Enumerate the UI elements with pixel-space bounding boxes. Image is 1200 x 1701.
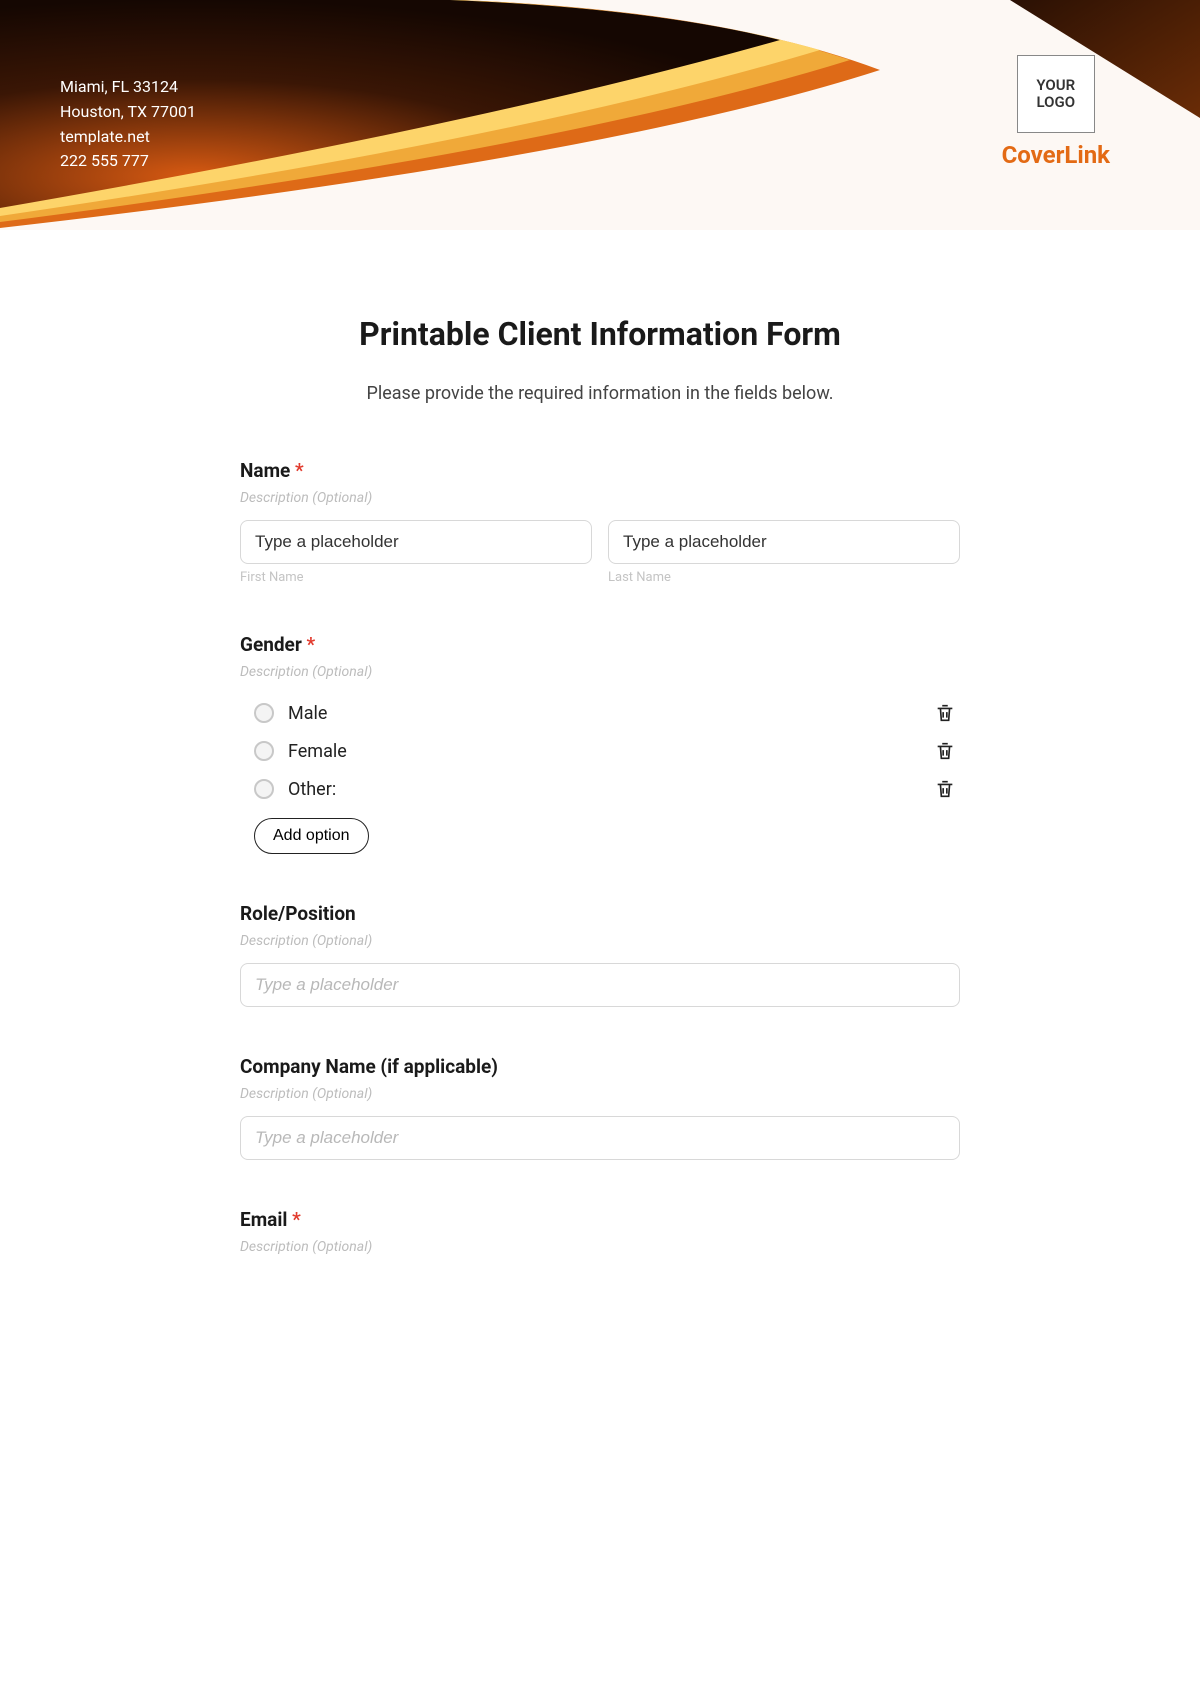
form-title: Printable Client Information Form bbox=[240, 315, 960, 353]
gender-option-row: Male bbox=[240, 694, 960, 732]
addr-line: 222 555 777 bbox=[60, 149, 196, 174]
email-label: Email * bbox=[240, 1208, 960, 1231]
radio-icon[interactable] bbox=[254, 741, 274, 761]
email-desc[interactable]: Description (Optional) bbox=[240, 1239, 960, 1255]
role-desc[interactable]: Description (Optional) bbox=[240, 933, 960, 949]
field-name: Name * Description (Optional) First Name… bbox=[240, 459, 960, 585]
role-label: Role/Position bbox=[240, 902, 960, 925]
company-label: Company Name (if applicable) bbox=[240, 1055, 960, 1078]
label-text: Name bbox=[240, 459, 290, 482]
form-subtitle: Please provide the required information … bbox=[240, 383, 960, 404]
company-desc[interactable]: Description (Optional) bbox=[240, 1086, 960, 1102]
label-text: Gender bbox=[240, 633, 302, 656]
trash-icon[interactable] bbox=[934, 778, 956, 800]
radio-icon[interactable] bbox=[254, 703, 274, 723]
gender-option-row: Female bbox=[240, 732, 960, 770]
gender-desc[interactable]: Description (Optional) bbox=[240, 664, 960, 680]
option-label[interactable]: Male bbox=[288, 703, 327, 724]
trash-icon[interactable] bbox=[934, 702, 956, 724]
field-role: Role/Position Description (Optional) bbox=[240, 902, 960, 1007]
addr-line: Houston, TX 77001 bbox=[60, 100, 196, 125]
label-text: Email bbox=[240, 1208, 287, 1231]
required-mark: * bbox=[292, 1208, 301, 1231]
company-input[interactable] bbox=[240, 1116, 960, 1160]
field-email: Email * Description (Optional) bbox=[240, 1208, 960, 1255]
name-label: Name * bbox=[240, 459, 960, 482]
option-label[interactable]: Other: bbox=[288, 779, 336, 800]
page-header: Miami, FL 33124 Houston, TX 77001 templa… bbox=[0, 0, 1200, 230]
role-input[interactable] bbox=[240, 963, 960, 1007]
field-gender: Gender * Description (Optional) Male Fem… bbox=[240, 633, 960, 854]
required-mark: * bbox=[307, 633, 316, 656]
radio-icon[interactable] bbox=[254, 779, 274, 799]
form-container: Printable Client Information Form Please… bbox=[240, 315, 960, 1255]
gender-label: Gender * bbox=[240, 633, 960, 656]
brand-name: CoverLink bbox=[1002, 141, 1110, 169]
first-name-under: First Name bbox=[240, 570, 592, 585]
name-desc[interactable]: Description (Optional) bbox=[240, 490, 960, 506]
last-name-under: Last Name bbox=[608, 570, 960, 585]
add-option-button[interactable]: Add option bbox=[254, 818, 369, 854]
first-name-input[interactable] bbox=[240, 520, 592, 564]
logo-placeholder: YOUR LOGO bbox=[1017, 55, 1095, 133]
required-mark: * bbox=[295, 459, 304, 482]
last-name-input[interactable] bbox=[608, 520, 960, 564]
logo-block: YOUR LOGO CoverLink bbox=[1002, 55, 1110, 169]
header-address: Miami, FL 33124 Houston, TX 77001 templa… bbox=[60, 75, 196, 174]
addr-line: template.net bbox=[60, 125, 196, 150]
gender-option-row: Other: bbox=[240, 770, 960, 808]
field-company: Company Name (if applicable) Description… bbox=[240, 1055, 960, 1160]
addr-line: Miami, FL 33124 bbox=[60, 75, 196, 100]
trash-icon[interactable] bbox=[934, 740, 956, 762]
option-label[interactable]: Female bbox=[288, 741, 347, 762]
